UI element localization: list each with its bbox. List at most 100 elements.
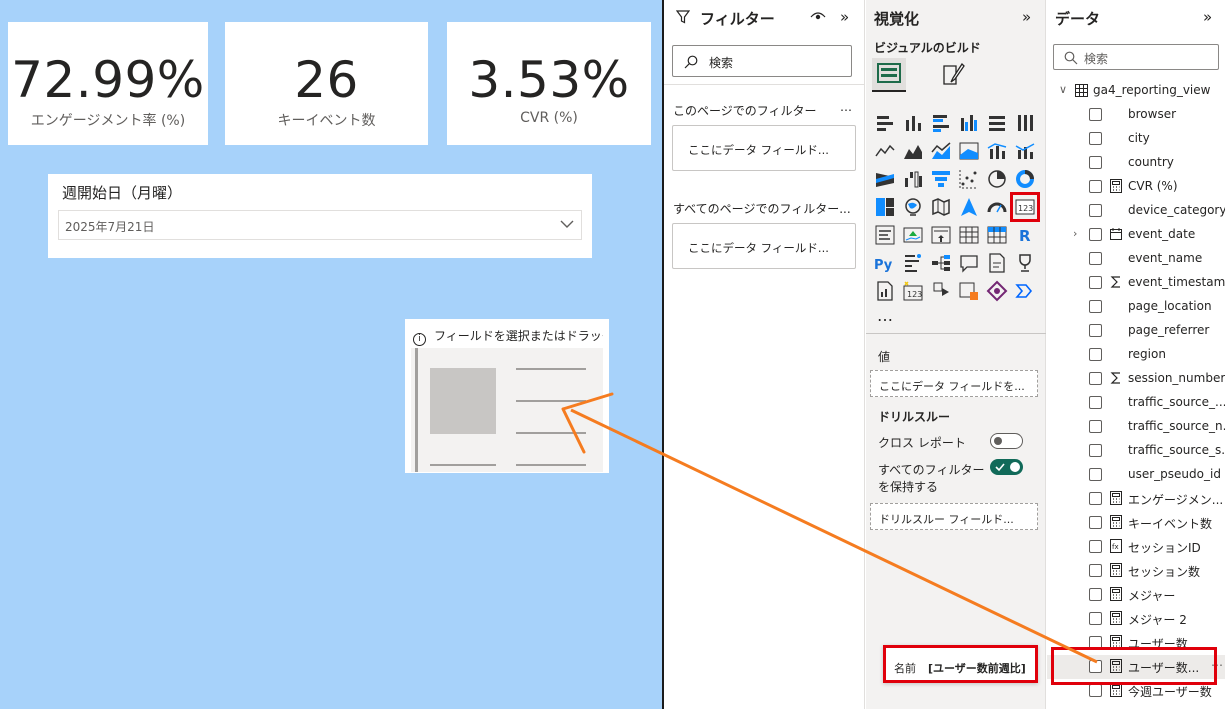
field-row[interactable]: country [1047,151,1225,175]
report-canvas[interactable]: 72.99% エンゲージメント率 (%) 26 キーイベント数 3.53% CV… [0,0,663,709]
eye-icon[interactable] [810,10,826,22]
data-search-input[interactable]: 検索 [1053,44,1219,70]
field-row[interactable]: region [1047,343,1225,367]
drillthrough-dropwell[interactable]: ドリルスルー フィールド... [870,503,1038,530]
field-checkbox[interactable] [1089,132,1102,145]
field-checkbox[interactable] [1089,180,1102,193]
field-checkbox[interactable] [1089,276,1102,289]
table-node[interactable]: ∨ ga4_reporting_view [1047,79,1225,103]
field-row[interactable]: メジャー 2 [1047,607,1225,631]
matrix-icon[interactable] [986,224,1008,246]
field-checkbox[interactable] [1089,612,1102,625]
key-influencers-icon[interactable] [902,252,924,274]
field-checkbox[interactable] [1089,468,1102,481]
field-checkbox[interactable] [1089,372,1102,385]
field-checkbox[interactable] [1089,684,1102,697]
field-checkbox[interactable] [1089,108,1102,121]
more-options-icon[interactable]: … [840,100,852,114]
kpi-card-key-events[interactable]: 26 キーイベント数 [225,22,428,145]
collapse-chevron-icon[interactable]: » [1203,8,1212,26]
build-visual-tab[interactable] [872,58,906,92]
field-checkbox[interactable] [1089,156,1102,169]
line-chart-icon[interactable] [874,140,896,162]
azure-map-icon[interactable] [958,196,980,218]
kpi-card-engagement-rate[interactable]: 72.99% エンゲージメント率 (%) [8,22,208,145]
waterfall-chart-icon[interactable] [902,168,924,190]
field-checkbox[interactable] [1089,324,1102,337]
keep-filters-toggle[interactable] [990,459,1023,475]
field-row[interactable]: fx セッションID [1047,535,1225,559]
gauge-icon[interactable] [986,196,1008,218]
field-checkbox[interactable] [1089,204,1102,217]
field-checkbox[interactable] [1089,588,1102,601]
funnel-icon[interactable] [930,168,952,190]
line-clustered-column-icon[interactable] [1014,140,1036,162]
field-row[interactable]: session_number [1047,367,1225,391]
format-visual-tab[interactable] [936,58,970,92]
line-column-icon[interactable] [986,140,1008,162]
field-checkbox[interactable] [1089,348,1102,361]
chevron-right-icon[interactable]: › [1073,227,1077,240]
slicer-dropdown[interactable]: 2025年7月21日 [58,210,582,240]
clustered-bar-chart-icon[interactable] [930,112,952,134]
goals-icon[interactable] [1014,252,1036,274]
values-dropwell[interactable]: ここにデータ フィールドを... [870,370,1038,397]
field-row[interactable]: city [1047,127,1225,151]
filters-search-input[interactable]: 検索 [672,45,852,77]
this-page-filter-dropwell[interactable]: ここにデータ フィールド... [672,125,856,171]
clustered-column-chart-icon[interactable] [958,112,980,134]
power-automate-icon[interactable] [958,280,980,302]
field-row[interactable]: device_category [1047,199,1225,223]
field-row[interactable]: エンゲージメン... [1047,487,1225,511]
chevron-down-icon[interactable] [559,216,575,232]
decomposition-tree-icon[interactable] [930,252,952,274]
field-checkbox[interactable] [1089,420,1102,433]
field-checkbox[interactable] [1089,300,1102,313]
table-icon[interactable] [958,224,980,246]
field-checkbox[interactable] [1089,396,1102,409]
field-row[interactable]: traffic_source_... [1047,391,1225,415]
slicer-icon[interactable] [930,224,952,246]
card-visual-icon[interactable]: 123 [1010,192,1040,222]
map-icon[interactable] [902,196,924,218]
chevron-flow-icon[interactable] [1014,280,1036,302]
paginated-report-icon[interactable] [874,280,896,302]
qa-visual-icon[interactable] [958,252,980,274]
stacked-bar-chart-icon[interactable] [874,112,896,134]
field-row[interactable]: › event_date [1047,223,1225,247]
field-checkbox[interactable] [1089,252,1102,265]
field-checkbox[interactable] [1089,492,1102,505]
field-checkbox[interactable] [1089,516,1102,529]
ribbon-chart-icon[interactable] [958,140,980,162]
power-apps-icon[interactable] [930,280,952,302]
pie-chart-icon[interactable] [986,168,1008,190]
field-row[interactable]: traffic_source_n... [1047,415,1225,439]
field-row[interactable]: event_timestamp [1047,271,1225,295]
r-script-visual-icon[interactable]: R [1014,224,1036,246]
collapse-chevron-icon[interactable]: » [1022,8,1031,26]
kpi-card-cvr[interactable]: 3.53% CVR (%) [447,22,651,145]
field-row[interactable]: セッション数 [1047,559,1225,583]
scatter-chart-icon[interactable] [958,168,980,190]
field-row[interactable]: traffic_source_s... [1047,439,1225,463]
stacked-area-icon[interactable] [930,140,952,162]
field-checkbox[interactable] [1089,444,1102,457]
field-checkbox[interactable] [1089,540,1102,553]
field-row[interactable]: CVR (%) [1047,175,1225,199]
field-row[interactable]: メジャー [1047,583,1225,607]
field-row[interactable]: page_location [1047,295,1225,319]
empty-visual-placeholder[interactable]: iフィールドを選択またはドラッグしてこのビジュアルを作成 [405,319,609,473]
collapse-chevron-icon[interactable]: » [840,8,849,26]
stacked-column-chart-icon[interactable] [902,112,924,134]
more-visuals-icon[interactable]: … [877,306,894,325]
field-row[interactable]: user_pseudo_id [1047,463,1225,487]
treemap-icon[interactable] [874,196,896,218]
all-pages-filter-dropwell[interactable]: ここにデータ フィールド... [672,223,856,269]
field-checkbox[interactable] [1089,564,1102,577]
area-chart-icon[interactable] [902,140,924,162]
100-stacked-bar-icon[interactable] [986,112,1008,134]
smart-narrative-icon[interactable] [986,252,1008,274]
multi-row-card-icon[interactable] [874,224,896,246]
field-row[interactable]: event_name [1047,247,1225,271]
diamond-visual-icon[interactable] [986,280,1008,302]
